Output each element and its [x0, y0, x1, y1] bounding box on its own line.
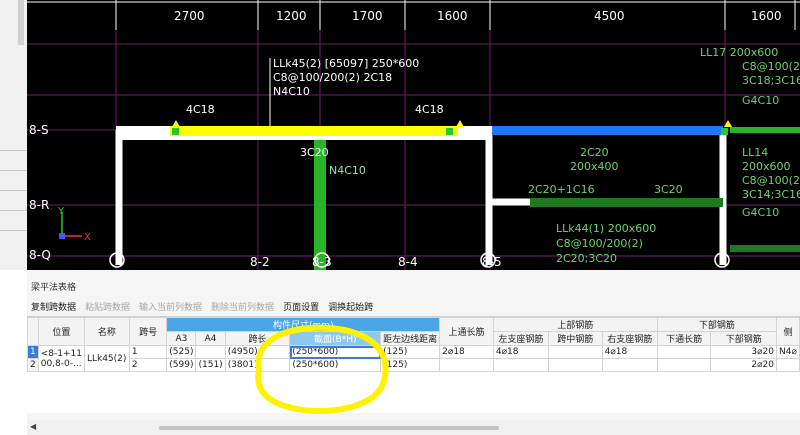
horizontal-scroll-thumb[interactable] — [159, 426, 499, 430]
blue-beam[interactable] — [492, 126, 723, 135]
axis-circles — [109, 252, 730, 268]
rebar-right: 4C18 — [415, 103, 444, 116]
blue-beam-labels: 2C20 200x400 2C20+1C16 3C20 — [528, 146, 683, 196]
selected-beam-llk45[interactable] — [170, 126, 458, 136]
green-beam-vertical[interactable] — [314, 140, 326, 270]
web-label: N4C10 — [329, 164, 366, 177]
dim-1600: 1600 — [437, 9, 468, 23]
axis-labels-left: 8-S 8-R 8-Q — [29, 123, 51, 262]
bottom-beam-l1: LLk44(1) 200x600 — [556, 222, 656, 235]
right-top-l2: C8@100(2) — [742, 60, 800, 73]
green-beam-bottom[interactable] — [730, 245, 800, 252]
green-beam-mid[interactable] — [530, 198, 723, 207]
beam-label-line3: N4C10 — [273, 85, 310, 98]
dim-1600b: 1600 — [751, 9, 782, 23]
axis-8-4: 8-4 — [398, 255, 418, 269]
marker-triangle-2 — [456, 120, 464, 127]
blue-beam-rebar: 2C20 — [580, 146, 609, 159]
axis-labels-bottom: 8-2 8-3 8-4 8-5 — [250, 255, 502, 269]
marker-triangle-1 — [172, 120, 180, 127]
right-top-l1: LL17 200x600 — [700, 46, 778, 59]
right-mid-l3: C8@100(2) — [742, 174, 800, 187]
cad-drawing-canvas[interactable]: 2700 1200 1700 1600 4500 1600 8-S 8-R 8-… — [0, 0, 800, 270]
cad-svg: 2700 1200 1700 1600 4500 1600 8-S 8-R 8-… — [0, 0, 800, 270]
anchor-a — [172, 128, 179, 135]
right-top-l3: 3C18;3C16 — [742, 74, 800, 87]
axis-8-3: 8-3 — [312, 255, 332, 269]
axis-8-2: 8-2 — [250, 255, 270, 269]
axis-8-5: 8-5 — [482, 255, 502, 269]
axis-x-label: X — [84, 232, 91, 243]
right-mid-labels: LL14 200x600 C8@100(2) 3C14;3C16 G4C10 — [742, 146, 800, 219]
right-mid-l4: 3C14;3C16 — [742, 188, 800, 201]
horizontal-scrollbar[interactable]: ◀ — [27, 420, 800, 435]
axis-8-R: 8-R — [29, 198, 49, 212]
beam-label-line2: C8@100/200(2) 2C18 — [273, 71, 392, 84]
right-top-labels: LL17 200x600 C8@100(2) 3C18;3C16 G4C10 — [700, 46, 800, 107]
rebar-left: 4C18 — [186, 103, 215, 116]
beam-table-panel: 梁平法表格 复制跨数据 粘贴跨数据 输入当前列数据 删除当前列数据 页面设置 调… — [27, 270, 800, 435]
annotation-overlay — [255, 324, 389, 415]
axis-8-Q: 8-Q — [29, 248, 51, 262]
vertical-scroll-thumb[interactable] — [18, 0, 24, 45]
left-side-strip — [0, 0, 27, 270]
bottom-beam-l2: C8@100/200(2) — [556, 237, 643, 250]
dim-1200: 1200 — [276, 9, 307, 23]
anchor-b — [446, 128, 453, 135]
yellow-highlight-circle — [255, 324, 389, 415]
anchor-c — [721, 128, 728, 135]
axis-y-label: Y — [57, 206, 65, 217]
rebar-mid: 3C20 — [300, 146, 329, 159]
dim-2700: 2700 — [174, 9, 205, 23]
right-top-l4: G4C10 — [742, 94, 779, 107]
green-beam-label-b: 3C20 — [654, 183, 683, 196]
ucs-axis-icon: Y X — [57, 206, 91, 243]
axis-8-S: 8-S — [29, 123, 49, 137]
bottom-beam-labels: LLk44(1) 200x600 C8@100/200(2) 2C20;3C20 — [556, 222, 656, 265]
dim-texts: 2700 1200 1700 1600 4500 1600 — [174, 9, 782, 23]
blue-beam-size: 200x400 — [570, 160, 619, 173]
green-beam-label-a: 2C20+1C16 — [528, 183, 595, 196]
green-beam-right[interactable] — [730, 127, 800, 133]
right-mid-l1: LL14 — [742, 146, 768, 159]
right-mid-l5: G4C10 — [742, 206, 779, 219]
dim-4500: 4500 — [594, 9, 625, 23]
beam-label-line1: LLk45(2) [65097] 250*600 — [273, 57, 419, 70]
scroll-left-arrow-icon[interactable]: ◀ — [30, 422, 36, 431]
bottom-beam-l3: 2C20;3C20 — [556, 252, 617, 265]
right-mid-l2: 200x600 — [742, 160, 791, 173]
dim-1700: 1700 — [352, 9, 383, 23]
